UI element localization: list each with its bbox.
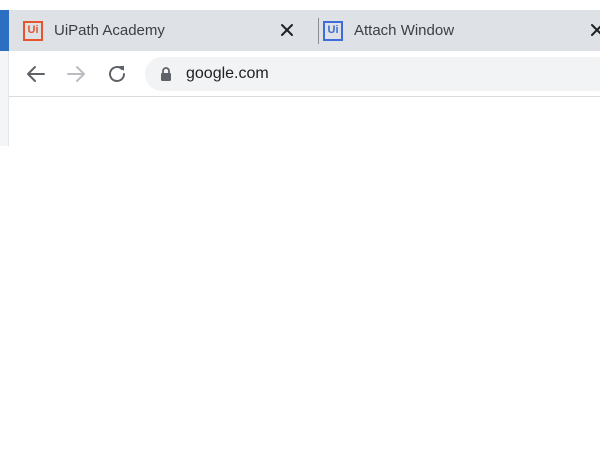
close-icon[interactable] bbox=[279, 22, 295, 38]
arrow-right-icon[interactable] bbox=[65, 63, 87, 85]
address-bar[interactable]: google.com bbox=[145, 57, 600, 91]
browser-toolbar: google.com bbox=[9, 51, 600, 97]
page-content bbox=[9, 97, 600, 469]
tab-attach-window[interactable]: Ui Attach Window bbox=[323, 10, 600, 51]
uipath-favicon-icon: Ui bbox=[323, 20, 343, 41]
background-window-edge bbox=[0, 10, 9, 51]
reload-icon[interactable] bbox=[106, 63, 128, 85]
tab-strip: Ui UiPath Academy Ui Attach Window bbox=[9, 10, 600, 51]
lock-icon[interactable] bbox=[159, 66, 173, 82]
tab-uipath-academy[interactable]: Ui UiPath Academy bbox=[23, 10, 313, 51]
window-top-band bbox=[0, 0, 600, 10]
url-text[interactable]: google.com bbox=[186, 65, 269, 83]
tab-title: Attach Window bbox=[354, 22, 455, 39]
arrow-left-icon[interactable] bbox=[25, 63, 47, 85]
uipath-favicon-icon: Ui bbox=[23, 20, 43, 41]
background-panel-edge bbox=[0, 51, 9, 146]
tab-title: UiPath Academy bbox=[54, 22, 165, 39]
tab-separator bbox=[318, 18, 319, 44]
close-icon[interactable] bbox=[589, 22, 600, 38]
